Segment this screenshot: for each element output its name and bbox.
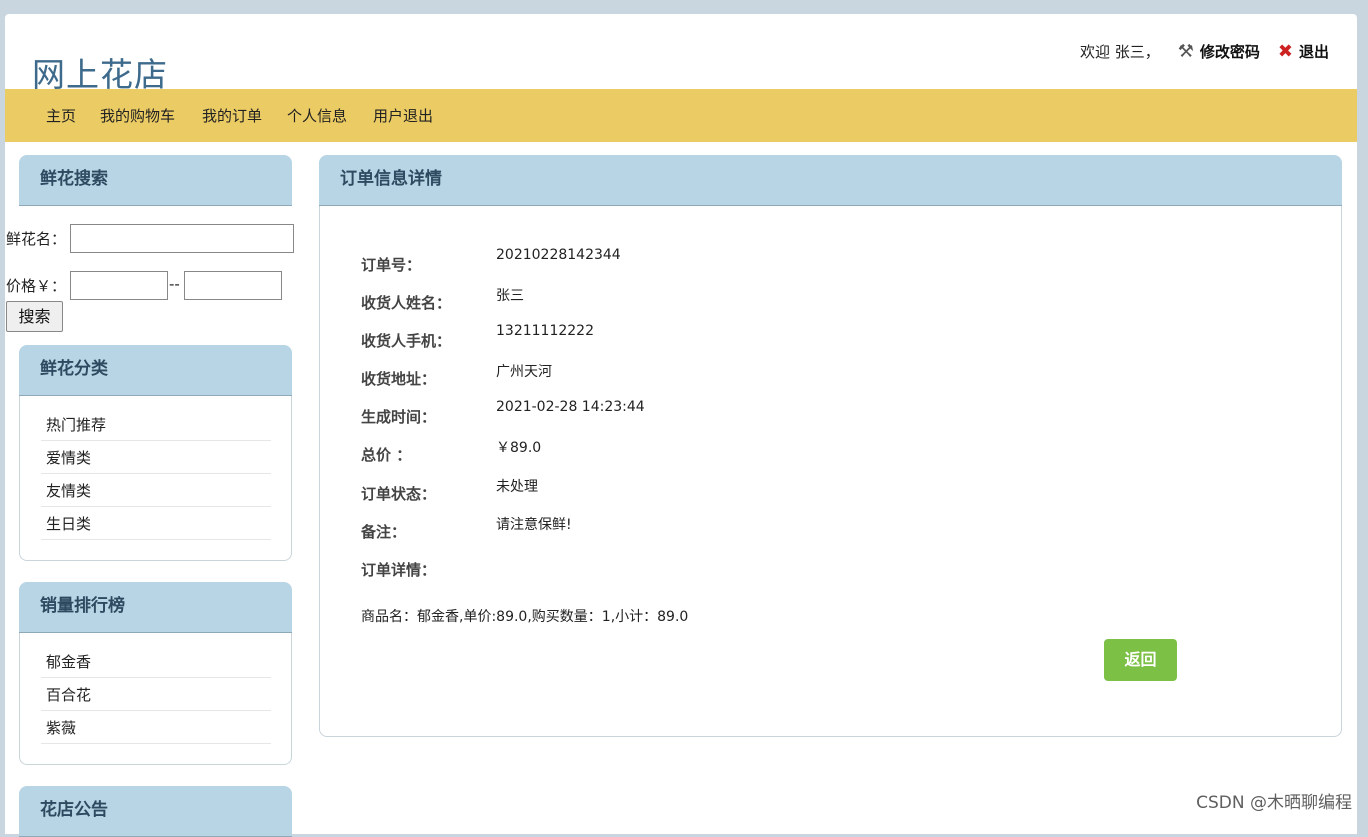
field-label: 总价 ： [361,446,412,464]
welcome-text: 欢迎 张三， [1079,43,1160,61]
notice-panel: 花店公告 [19,786,292,837]
field-value: ￥89.0 [496,440,542,456]
category-item[interactable]: 友情类 [41,474,271,507]
field-value: 20210228142344 [496,247,621,263]
price-min-input[interactable] [70,271,168,300]
nav-item-logout[interactable]: 用户退出 [373,105,433,126]
search-panel: 鲜花搜索 [19,155,292,206]
ranking-item[interactable]: 紫薇 [41,711,271,744]
logout-link[interactable]: 退出 [1299,41,1329,62]
flower-name-input[interactable] [70,224,294,253]
field-value: 请注意保鲜! [496,517,572,533]
field-value: 广州天河 [496,364,552,380]
price-separator: -- [169,275,180,293]
ranking-item[interactable]: 郁金香 [41,645,271,678]
ranking-item[interactable]: 百合花 [41,678,271,711]
field-label: 收货地址： [361,370,437,388]
category-item[interactable]: 生日类 [41,507,271,540]
field-label: 收货人姓名： [361,294,452,312]
category-item[interactable]: 爱情类 [41,441,271,474]
field-label: 收货人手机： [361,332,452,350]
flower-name-label: 鲜花名： [6,230,67,248]
watermark: CSDN @木晒聊编程 [1196,793,1352,813]
field-value: 未处理 [496,479,538,495]
price-label: 价格￥： [6,277,67,295]
nav-item-cart[interactable]: 我的购物车 [100,105,175,126]
field-label: 订单号： [361,256,422,274]
order-detail-title: 订单信息详情 [319,155,1342,206]
wrench-icon: ⚒ [1177,41,1194,62]
close-icon: ✖ [1277,41,1293,62]
page-container: 网上花店 欢迎 张三， ⚒ 修改密码 ✖ 退出 主页 我的购物车 我的订单 个人… [5,14,1357,837]
order-detail-panel: 订单信息详情 订单号： 20210228142344 收货人姓名： 张三 收货人… [319,155,1342,737]
category-item[interactable]: 热门推荐 [41,408,271,441]
order-item-line: 商品名：郁金香,单价:89.0,购买数量：1,小计：89.0 [361,609,689,625]
ranking-panel: 销量排行榜 郁金香 百合花 紫薇 [19,582,292,765]
notice-panel-title: 花店公告 [19,786,292,837]
category-panel: 鲜花分类 热门推荐 爱情类 友情类 生日类 [19,345,292,561]
main-nav: 主页 我的购物车 我的订单 个人信息 用户退出 [5,89,1357,142]
field-label: 订单状态： [361,485,437,503]
change-password-link[interactable]: 修改密码 [1200,41,1260,62]
search-button[interactable]: 搜索 [6,301,63,332]
search-panel-title: 鲜花搜索 [19,155,292,206]
category-panel-title: 鲜花分类 [19,345,292,396]
field-label: 订单详情： [361,561,437,579]
field-value: 2021-02-28 14:23:44 [496,399,645,415]
field-label: 生成时间： [361,408,437,426]
nav-item-home[interactable]: 主页 [46,105,76,126]
order-detail-body: 订单号： 20210228142344 收货人姓名： 张三 收货人手机： 132… [319,206,1342,737]
field-value: 13211112222 [496,323,594,339]
back-button[interactable]: 返回 [1104,639,1177,681]
field-label: 备注： [361,523,407,541]
ranking-panel-title: 销量排行榜 [19,582,292,633]
nav-item-orders[interactable]: 我的订单 [202,105,262,126]
field-value: 张三 [496,288,524,304]
price-max-input[interactable] [184,271,282,300]
nav-item-profile[interactable]: 个人信息 [287,105,347,126]
user-bar: 欢迎 张三， ⚒ 修改密码 ✖ 退出 [1080,41,1329,62]
